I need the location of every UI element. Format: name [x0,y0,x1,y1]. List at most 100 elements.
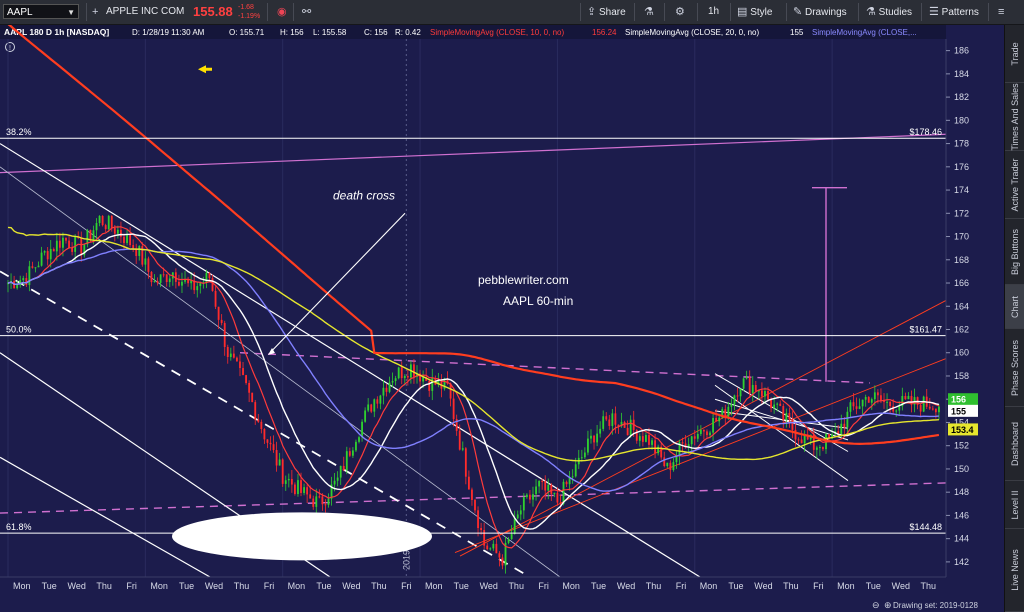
time-tick-label: Wed [342,581,360,591]
chart-toolbar: AAPL ▼ + APPLE INC COM 155.88 -1.68 -1.1… [0,0,1024,25]
candle-body [880,395,882,401]
candle-body [147,258,150,272]
candle-body [269,442,272,445]
candle-body [754,384,757,391]
candle-body [599,428,602,434]
price-axis[interactable] [946,25,1004,612]
zoom-out-icon[interactable]: ⊖ [872,600,880,610]
candle-body [303,487,305,493]
price-tag-label: 155 [951,406,966,416]
candle-body [287,478,290,481]
sidebar-tab-trade[interactable]: Trade [1005,25,1024,83]
candle-body [760,390,763,397]
patterns-button[interactable]: ☰ Patterns [929,0,979,24]
sidebar-tab-label: Times And Sales [1010,82,1020,151]
hamburger-menu-icon[interactable]: ≡ [998,0,1004,24]
candle-body [358,437,360,442]
sidebar-tab-big-buttons[interactable]: Big Buttons [1005,219,1024,285]
candle-body [776,403,779,405]
flask-icon: ⚗ [866,6,876,18]
zoom-in-icon[interactable]: ⊕ [884,600,892,610]
symbol-selector[interactable]: AAPL ▼ [3,4,79,19]
time-tick-label: Thu [508,581,524,591]
candle-body [306,487,309,495]
fib-level-label: 38.2% [6,127,32,137]
candle-body [571,476,574,478]
sidebar-tab-phase-scores[interactable]: Phase Scores [1005,329,1024,407]
candle-body [907,395,910,400]
divider [293,3,294,21]
candle-body [138,246,141,256]
share-button[interactable]: ⇪ Share [587,0,626,24]
time-tick-label: Thu [921,581,937,591]
candle-body [822,447,824,450]
sidebar-tab-label: Chart [1010,295,1020,318]
bar-range: R: 0.42 [395,28,421,37]
sidebar-tab-label: Active Trader [1010,157,1020,212]
candle-body [681,442,684,444]
sidebar-tab-times-and-sales[interactable]: Times And Sales [1005,83,1024,151]
flask-icon[interactable]: ⚗ [644,0,654,24]
candle-body [397,367,400,379]
sma20-value: 155 [790,28,804,37]
sidebar-tab-chart[interactable]: Chart [1005,285,1024,329]
drawings-label: Drawings [805,7,847,18]
candle-body [351,450,354,456]
price-tick-label: 150 [954,464,969,474]
candle-body [232,353,235,358]
candle-body [284,480,287,484]
time-tick-label: Tue [179,581,194,591]
candle-body [321,496,324,505]
candle-body [767,391,769,400]
company-name: APPLE INC COM [106,6,185,17]
gear-icon[interactable]: ⚙ [675,0,685,24]
candle-body [242,368,244,376]
candle-body [522,497,525,511]
time-tick-label: Mon [700,581,718,591]
candle-body [498,553,501,558]
candle-body [748,377,751,394]
time-tick-label: Thu [371,581,387,591]
sidebar-tab-active-trader[interactable]: Active Trader [1005,151,1024,219]
drawings-button[interactable]: ✎ Drawings [793,0,847,24]
alert-icon[interactable]: ◉ [277,0,287,24]
candle-body [480,528,483,531]
time-tick-label: Fri [676,581,687,591]
candle-body [403,376,406,379]
style-button[interactable]: ▤ Style [737,0,772,24]
candle-body [583,452,586,458]
sidebar-tab-dashboard[interactable]: Dashboard [1005,407,1024,481]
time-tick-label: Wed [754,581,772,591]
price-tick-label: 172 [954,208,969,218]
candle-body [791,419,794,430]
candle-body [46,251,49,260]
time-tick-label: Fri [126,581,137,591]
candle-body [120,229,122,237]
candle-body [550,484,553,494]
candle-body [733,395,736,405]
candle-body [34,267,37,269]
sidebar-tab-live-news[interactable]: Live News [1005,529,1024,612]
candle-body [229,353,232,358]
candle-body [519,510,522,515]
svg-text:!: ! [9,45,11,52]
candle-body [690,436,693,445]
link-icon[interactable]: ⚯ [302,0,311,24]
drawing-set-label[interactable]: Drawing set: 2019-0128 [893,601,978,610]
candle-body [388,382,391,392]
candle-body [156,281,159,283]
candle-body [797,439,800,441]
price-tick-label: 146 [954,510,969,520]
time-tick-label: Mon [13,581,31,591]
price-chart[interactable]: AAPL 180 D 1h [NASDAQ] D: 1/28/19 11:30 … [0,25,1004,612]
studies-button[interactable]: ⚗ Studies [866,0,912,24]
interval-button[interactable]: 1h [708,0,719,24]
candle-body [938,406,940,413]
price-tag-label: 156 [951,395,966,405]
sidebar-tab-level-ii[interactable]: Level II [1005,481,1024,529]
candle-body [89,230,92,240]
plus-icon[interactable]: + [92,0,98,24]
right-sidebar: Trade Times And Sales Active Trader Big But… [1004,25,1024,612]
candle-body [638,436,641,441]
candle-body [876,392,879,396]
